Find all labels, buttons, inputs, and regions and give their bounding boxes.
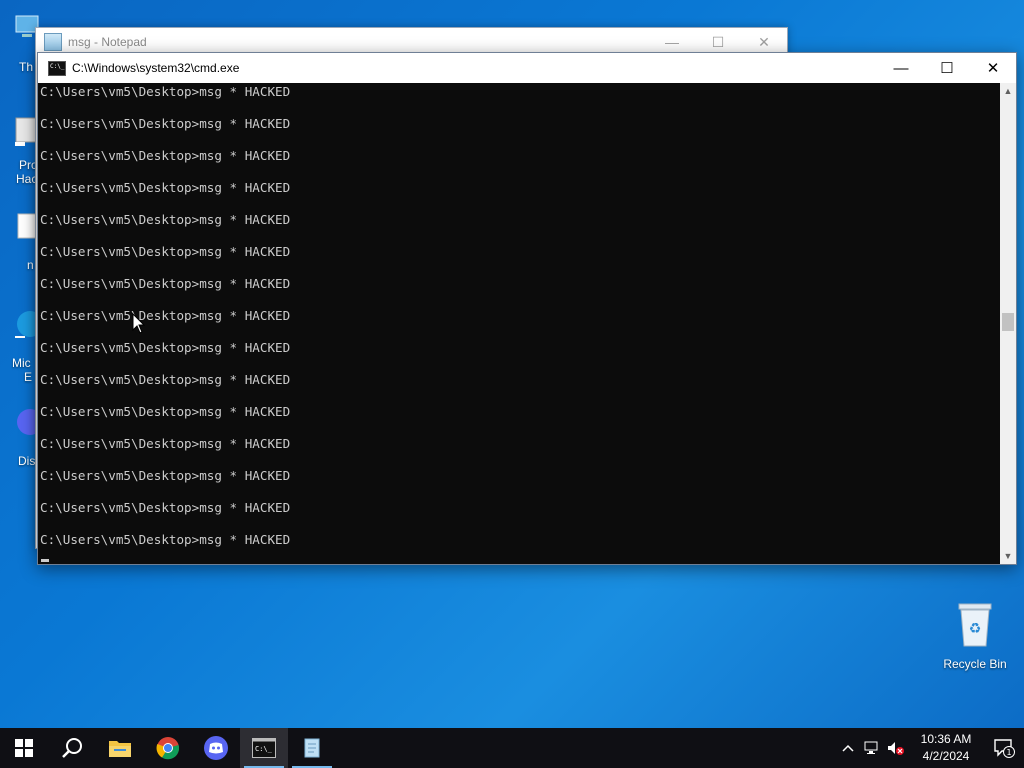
notification-icon: 1 [994, 739, 1015, 758]
network-icon[interactable] [860, 728, 884, 768]
console-line: C:\Users\vm5\Desktop>msg * HACKED [40, 212, 291, 227]
console-line: C:\Users\vm5\Desktop>msg * HACKED [40, 340, 291, 355]
recycle-bin-label: Recycle Bin [943, 657, 1007, 671]
start-button[interactable] [0, 728, 48, 768]
cmd-icon: C:\_ [252, 738, 276, 758]
system-tray: 10:36 AM 4/2/2024 1 [836, 728, 1024, 768]
console-line: C:\Users\vm5\Desktop>msg * HACKED [40, 180, 291, 195]
desktop-icon-label: Dis [18, 454, 36, 468]
notepad-title: msg - Notepad [68, 35, 147, 49]
clock-date: 4/2/2024 [922, 749, 970, 763]
desktop-icon-label: n [27, 258, 34, 272]
notification-count: 1 [1006, 748, 1011, 757]
notepad-icon [44, 33, 62, 51]
console-line: C:\Users\vm5\Desktop>msg * HACKED [40, 404, 291, 419]
desktop-icon-label: Mic [12, 356, 31, 370]
scroll-up-icon[interactable]: ▲ [1000, 83, 1016, 99]
console-line: C:\Users\vm5\Desktop>msg * HACKED [40, 436, 291, 451]
console-line: C:\Users\vm5\Desktop>msg * HACKED [40, 116, 291, 131]
file-explorer-button[interactable] [96, 728, 144, 768]
desktop-icon-label: E [24, 370, 33, 384]
maximize-button[interactable]: ☐ [924, 53, 970, 83]
file-explorer-icon [109, 741, 131, 757]
close-button[interactable]: ✕ [970, 53, 1016, 83]
desktop-icon-label: Th [19, 60, 34, 74]
discord-button[interactable] [192, 728, 240, 768]
cmd-taskbar-button[interactable]: C:\_ [240, 728, 288, 768]
search-icon [62, 738, 82, 758]
cmd-titlebar[interactable]: C:\Windows\system32\cmd.exe — ☐ ✕ [38, 53, 1016, 83]
svg-text:♻: ♻ [969, 621, 982, 637]
chrome-button[interactable] [144, 728, 192, 768]
cmd-icon [48, 60, 66, 76]
console-line: C:\Users\vm5\Desktop>msg * HACKED [40, 532, 291, 547]
windows-start-icon [15, 739, 33, 757]
console-line: C:\Users\vm5\Desktop>msg * HACKED [40, 372, 291, 387]
vertical-scrollbar[interactable]: ▲ ▼ [1000, 83, 1016, 564]
console-line: C:\Users\vm5\Desktop>msg * HACKED [40, 308, 291, 323]
console-output[interactable]: C:\Users\vm5\Desktop>msg * HACKED C:\User… [38, 83, 1000, 564]
volume-muted-icon[interactable] [884, 728, 908, 768]
recycle-bin[interactable]: ♻ Recycle Bin [940, 600, 1010, 671]
recycle-bin-icon: ♻ [958, 603, 992, 647]
clock-time: 10:36 AM [920, 732, 972, 746]
search-button[interactable] [48, 728, 96, 768]
cmd-window[interactable]: C:\Windows\system32\cmd.exe — ☐ ✕ C:\Use… [37, 52, 1017, 565]
chrome-icon [156, 737, 180, 760]
console-line: C:\Users\vm5\Desktop>msg * HACKED [40, 500, 291, 515]
console-line: C:\Users\vm5\Desktop>msg * HACKED [40, 276, 291, 291]
console-line: C:\Users\vm5\Desktop>msg * HACKED [40, 468, 291, 483]
cmd-title: C:\Windows\system32\cmd.exe [72, 61, 240, 75]
svg-text:C:\_: C:\_ [255, 745, 273, 753]
mouse-pointer-icon [132, 313, 146, 334]
console-line: C:\Users\vm5\Desktop>msg * HACKED [40, 84, 291, 99]
text-cursor [41, 559, 49, 562]
console-line: C:\Users\vm5\Desktop>msg * HACKED [40, 244, 291, 259]
discord-icon [204, 736, 228, 760]
clock[interactable]: 10:36 AM 4/2/2024 [914, 731, 978, 765]
taskbar: C:\_ 10:36 AM 4/2/2024 1 [0, 728, 1024, 768]
notepad-icon [304, 738, 320, 758]
console-line: C:\Users\vm5\Desktop>msg * HACKED [40, 148, 291, 163]
notepad-taskbar-button[interactable] [288, 728, 336, 768]
scrollbar-thumb[interactable] [1002, 313, 1014, 331]
scroll-down-icon[interactable]: ▼ [1000, 548, 1016, 564]
chevron-up-icon[interactable] [836, 728, 860, 768]
notification-center-button[interactable]: 1 [984, 728, 1024, 768]
minimize-button[interactable]: — [878, 53, 924, 83]
